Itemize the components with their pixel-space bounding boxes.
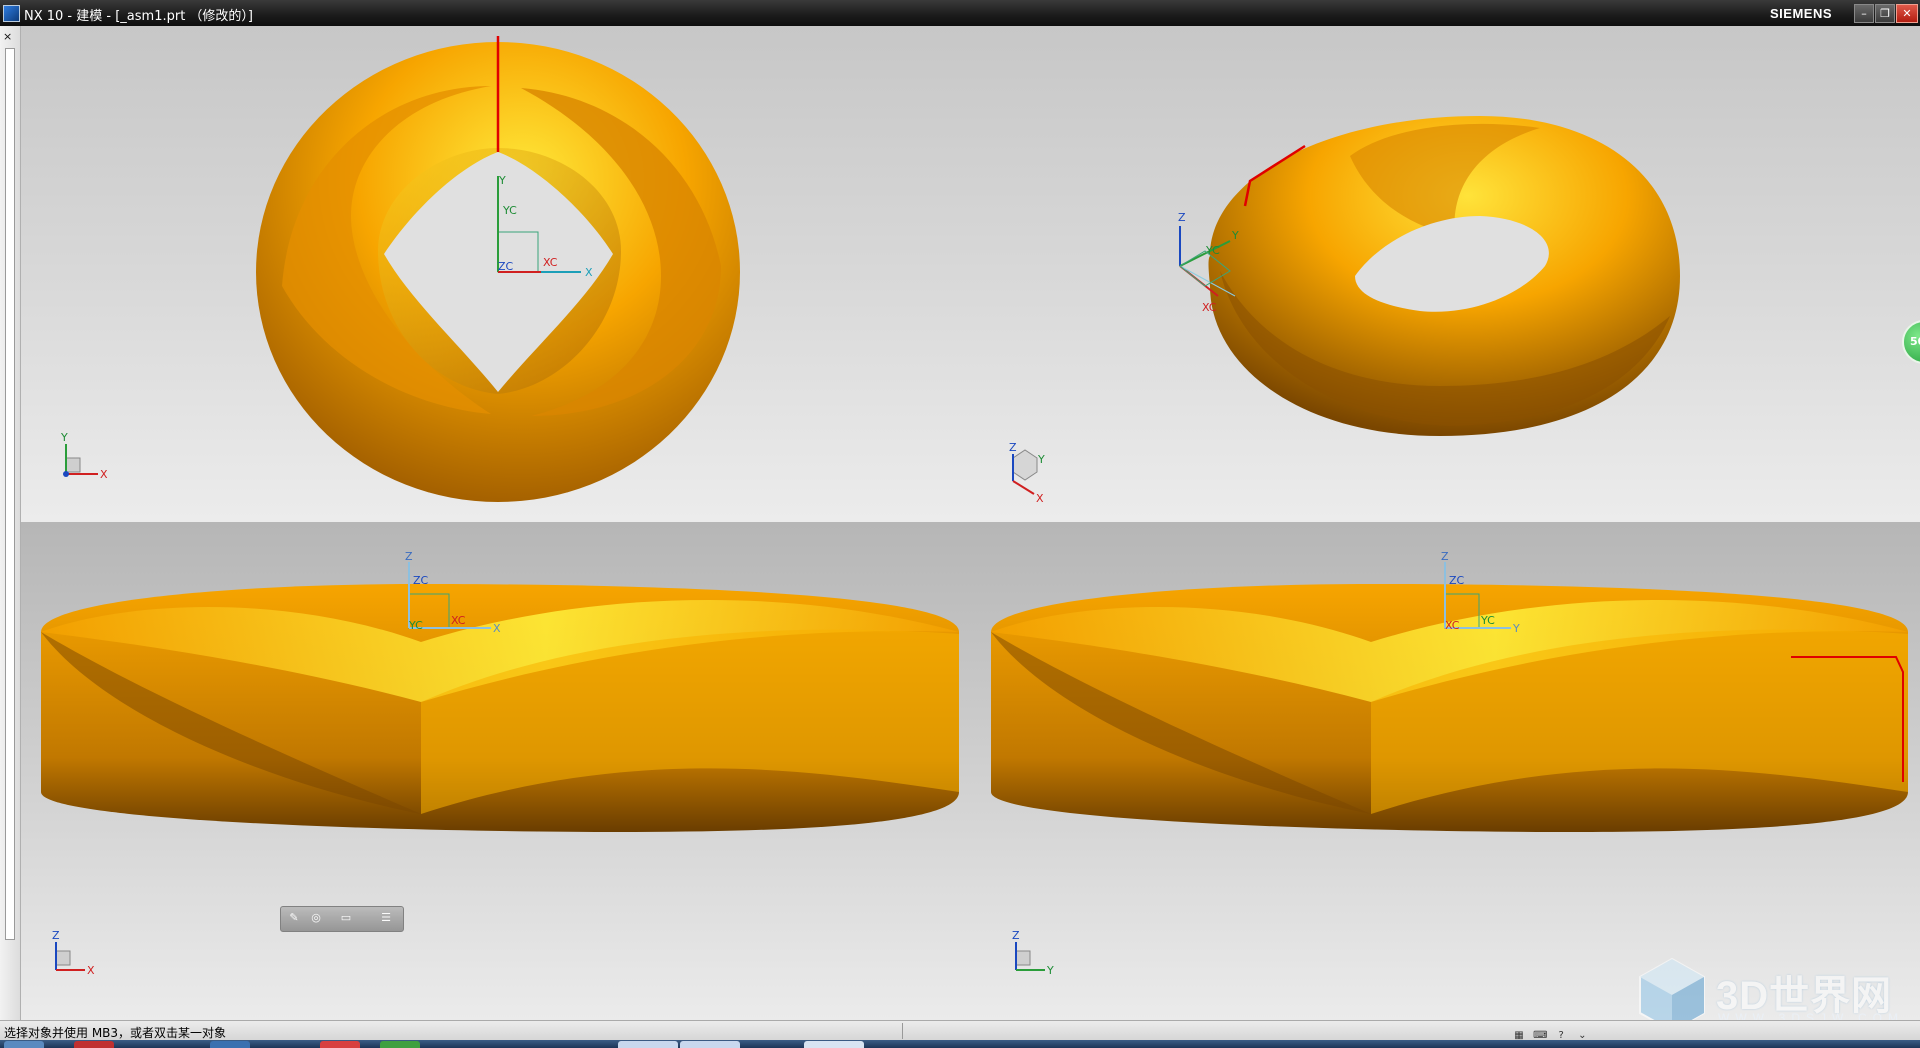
viewport-bottom-right[interactable]: Z ZC XC YC Y Z Y — [991, 522, 1920, 1020]
svg-text:Z: Z — [1178, 211, 1186, 224]
view-triad: Z Y — [1012, 929, 1054, 977]
status-divider — [902, 1023, 903, 1039]
svg-text:Z: Z — [405, 550, 413, 563]
window-title: NX 10 - 建模 - [_asm1.prt （修改的）] — [24, 9, 253, 24]
model-view-isometric: Z Y YC XC Z Y X — [1009, 116, 1680, 505]
taskbar-app[interactable] — [804, 1041, 864, 1048]
model-view-side-right: Z ZC XC YC Y Z Y — [991, 550, 1908, 977]
svg-text:Y: Y — [60, 431, 68, 444]
view-triad: Z X — [52, 929, 95, 977]
taskbar-app[interactable] — [680, 1041, 740, 1048]
svg-text:Y: Y — [1231, 229, 1239, 242]
status-tools: ▦ ⌨ ? ⌄ — [1512, 1023, 1592, 1041]
svg-text:XC: XC — [543, 256, 558, 269]
status-bar: 选择对象并使用 MB3，或者双击某一对象 ▦ ⌨ ? ⌄ — [0, 1020, 1920, 1041]
view-triad: Z Y X — [1009, 441, 1045, 505]
resource-bar-close-button[interactable]: × — [3, 30, 12, 43]
svg-text:YC: YC — [408, 619, 423, 632]
resource-bar: × — [0, 26, 21, 1024]
svg-text:X: X — [100, 468, 108, 481]
svg-text:YC: YC — [1205, 244, 1220, 257]
model-view-side: Z ZC YC XC X Z X — [41, 550, 959, 977]
nx-app-icon[interactable] — [3, 5, 20, 22]
select-tool-icon[interactable]: ✎ — [285, 911, 303, 927]
taskbar-app[interactable] — [74, 1041, 114, 1048]
svg-text:ZC: ZC — [413, 574, 429, 587]
filter-tool-icon[interactable]: ▭ — [337, 911, 355, 927]
start-button[interactable] — [4, 1041, 44, 1048]
view-triad: Y X — [60, 431, 108, 481]
svg-text:XC: XC — [1445, 619, 1460, 632]
svg-text:ZC: ZC — [498, 260, 514, 273]
maximize-button[interactable]: ❐ — [1875, 4, 1895, 23]
svg-text:YC: YC — [1480, 614, 1495, 627]
viewport-top-right[interactable]: Z Y YC XC Z Y X — [1000, 26, 1920, 522]
svg-text:X: X — [493, 622, 501, 635]
taskbar-app[interactable] — [380, 1041, 420, 1048]
taskbar-app[interactable] — [320, 1041, 360, 1048]
viewport-top-left[interactable]: YC Y ZC XC X Y X — [21, 26, 1000, 522]
resource-bar-scrollbar[interactable] — [5, 48, 15, 940]
siemens-brand: SIEMENS — [1769, 6, 1832, 21]
svg-text:Z: Z — [1012, 929, 1020, 942]
snap-tool-icon[interactable]: ◎ — [307, 911, 325, 927]
svg-text:ZC: ZC — [1449, 574, 1465, 587]
svg-text:Y: Y — [1037, 453, 1045, 466]
svg-text:X: X — [1036, 492, 1044, 505]
menu-tool-icon[interactable]: ☰ — [377, 911, 395, 927]
svg-text:XC: XC — [451, 614, 466, 627]
os-taskbar — [0, 1040, 1920, 1048]
svg-text:Y: Y — [1046, 964, 1054, 977]
svg-text:Y: Y — [498, 174, 506, 187]
svg-text:Z: Z — [52, 929, 60, 942]
svg-text:X: X — [585, 266, 593, 279]
svg-text:Z: Z — [1441, 550, 1449, 563]
taskbar-app[interactable] — [210, 1041, 250, 1048]
model-view-front: YC Y ZC XC X Y X — [60, 36, 740, 502]
svg-text:X: X — [87, 964, 95, 977]
svg-text:Y: Y — [1512, 622, 1520, 635]
svg-text:YC: YC — [502, 204, 517, 217]
view-mini-toolbar: ✎ ◎ ▭ ☰ — [280, 906, 404, 932]
close-button[interactable]: ✕ — [1896, 4, 1918, 23]
svg-text:Z: Z — [1009, 441, 1017, 454]
taskbar-app-active[interactable] — [618, 1041, 678, 1048]
title-bar: NX 10 - 建模 - [_asm1.prt （修改的）] SIEMENS –… — [0, 0, 1920, 26]
minimize-button[interactable]: – — [1854, 4, 1874, 23]
svg-text:XC: XC — [1202, 301, 1217, 314]
viewport-bottom-left[interactable]: Z ZC YC XC X Z X — [21, 522, 991, 1020]
status-prompt: 选择对象并使用 MB3，或者双击某一对象 — [4, 1026, 227, 1040]
